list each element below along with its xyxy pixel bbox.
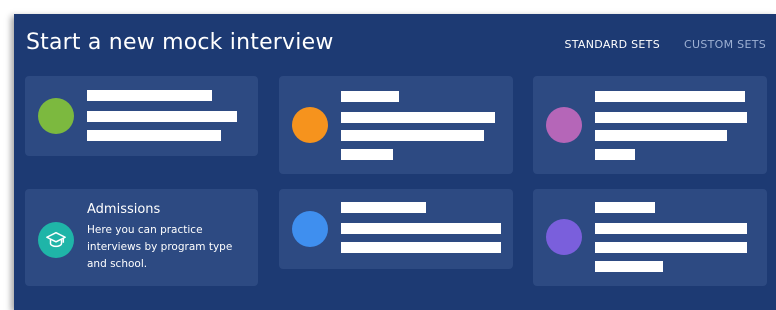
redacted-text-bar [87,130,221,141]
interview-set-card[interactable] [533,76,767,174]
page-title: Start a new mock interview [26,30,334,55]
interview-set-card[interactable] [25,76,258,156]
set-color-dot [292,211,328,247]
redacted-text-bar [341,130,484,141]
card-description: Here you can practice interviews by prog… [87,224,233,270]
tab-custom-sets[interactable]: CUSTOM SETS [684,38,766,51]
graduation-cap-icon [38,222,74,258]
redacted-text-bar [341,91,399,102]
mock-interview-panel: Start a new mock interview STANDARD SETS… [14,14,776,310]
redacted-text-bar [595,242,747,253]
redacted-text-bar [87,111,237,122]
redacted-text-bar [595,202,655,213]
admissions-card[interactable]: Admissions Here you can practice intervi… [25,189,258,286]
interview-set-card[interactable] [279,76,513,174]
tab-standard-sets[interactable]: STANDARD SETS [564,38,660,51]
set-tabs: STANDARD SETS CUSTOM SETS [564,38,766,51]
redacted-text-bar [595,149,635,160]
set-color-dot [292,107,328,143]
redacted-text-bar [595,261,663,272]
redacted-text-bar [595,112,747,123]
redacted-text-bar [87,90,212,101]
redacted-text-bar [341,242,501,253]
interview-set-card[interactable] [279,189,513,269]
redacted-text-bar [595,91,745,102]
card-title: Admissions [87,202,161,217]
set-color-dot [38,98,74,134]
redacted-text-bar [595,130,727,141]
redacted-text-bar [341,112,495,123]
redacted-text-bar [341,202,426,213]
set-color-dot [546,107,582,143]
interview-set-card[interactable] [533,189,767,286]
redacted-text-bar [341,149,393,160]
redacted-text-bar [595,223,747,234]
set-color-dot [546,219,582,255]
redacted-text-bar [341,223,501,234]
